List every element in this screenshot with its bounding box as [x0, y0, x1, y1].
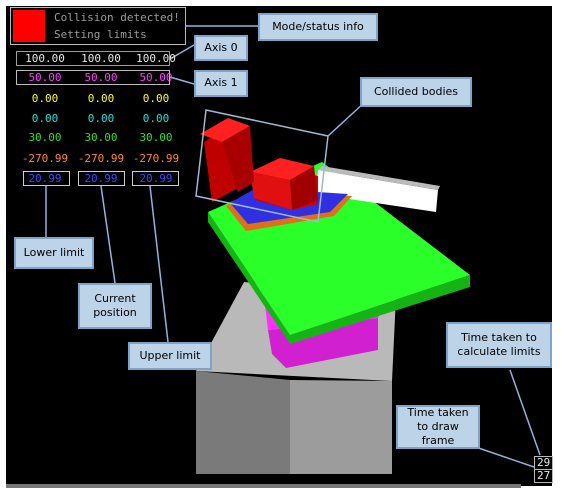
callout-mode-status: Mode/status info	[258, 13, 378, 41]
time-draw-value: 27	[534, 469, 554, 483]
status-line-2: Setting limits	[54, 28, 147, 41]
axis0-box	[16, 51, 170, 66]
axis-5-value-1: -270.99	[77, 152, 125, 165]
time-limits-value: 29	[534, 456, 554, 470]
status-panel: Collision detected! Setting limits	[10, 7, 186, 45]
collision-indicator	[13, 10, 45, 42]
axis-4-value-0: 30.00	[28, 131, 62, 144]
axis-3-value-2: 0.00	[142, 112, 170, 125]
axis1-box	[16, 70, 170, 85]
axis-4-value-2: 30.00	[139, 131, 173, 144]
callout-current-position: Current position	[78, 283, 152, 329]
pedestal-right	[290, 380, 392, 474]
callout-time-limits: Time taken to calculate limits	[446, 322, 552, 368]
axis-3-value-0: 0.00	[31, 112, 59, 125]
callout-upper-limit: Upper limit	[128, 342, 212, 370]
axis-5-value-2: -270.99	[132, 152, 180, 165]
axis-5-value-0: -270.99	[21, 152, 69, 165]
callout-axis0: Axis 0	[194, 35, 248, 61]
status-line-1: Collision detected!	[54, 11, 180, 24]
callout-time-draw: Time taken to draw frame	[396, 405, 480, 449]
axis-4-value-1: 30.00	[84, 131, 118, 144]
callout-axis1: Axis 1	[194, 70, 248, 97]
axis-3-value-1: 0.00	[87, 112, 115, 125]
axis-2-value-1: 0.00	[87, 92, 115, 105]
upper-limit-box	[132, 171, 179, 186]
pedestal-left	[196, 371, 290, 474]
callout-lower-limit: Lower limit	[14, 237, 94, 269]
axis-2-value-0: 0.00	[31, 92, 59, 105]
callout-collided-bodies: Collided bodies	[360, 77, 472, 107]
current-position-box	[78, 171, 125, 186]
axis-2-value-2: 0.00	[142, 92, 170, 105]
lower-limit-box	[23, 171, 70, 186]
